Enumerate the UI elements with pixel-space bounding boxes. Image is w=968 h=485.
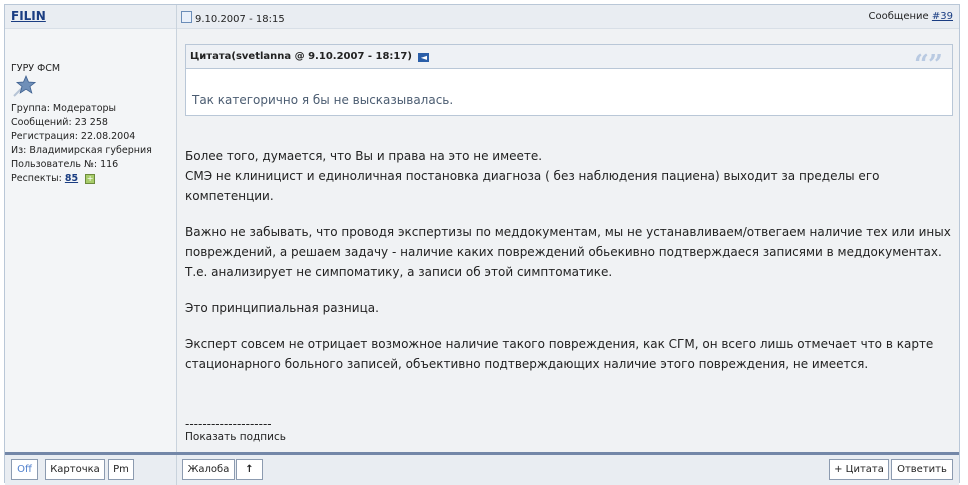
author-info: Группа: Модераторы Сообщений: 23 258 Рег… xyxy=(11,102,152,186)
author-respects: Респекты: 85 + xyxy=(11,172,152,186)
jump-to-quote-icon[interactable]: ◄ xyxy=(418,53,430,62)
scroll-top-button[interactable]: ↑ xyxy=(236,459,263,480)
quote-block: Цитата(svetlanna @ 9.10.2007 - 18:17) ◄ … xyxy=(185,44,953,116)
reply-button[interactable]: Ответить xyxy=(891,459,953,480)
plus-respect-icon[interactable]: + xyxy=(85,173,96,184)
show-signature-link[interactable]: Показать подпись xyxy=(185,431,286,443)
post-footer: Off Карточка Pm Жалоба ↑ + Цитата Ответи… xyxy=(5,452,959,485)
author-rank: ГУРУ ФСМ xyxy=(11,63,61,74)
post-date: 9.10.2007 - 18:15 xyxy=(181,11,285,25)
author-from: Из: Владимирская губерния xyxy=(11,145,152,156)
post-header-bar: 9.10.2007 - 18:15 Сообщение #39 xyxy=(177,5,959,29)
post-paragraph: Более того, думается, что Вы и права на … xyxy=(185,149,880,203)
svg-text:“: “ xyxy=(914,52,929,74)
quote-marks-icon: “ ” xyxy=(914,43,944,83)
profile-card-button[interactable]: Карточка xyxy=(45,459,105,480)
respects-label: Респекты: xyxy=(11,173,62,184)
star-icon xyxy=(12,74,37,101)
pm-button[interactable]: Pm xyxy=(108,459,134,480)
forum-post: FILIN ГУРУ ФСМ Группа: Модераторы Сообще… xyxy=(4,4,960,485)
page-icon xyxy=(181,11,192,23)
author-panel: FILIN ГУРУ ФСМ Группа: Модераторы Сообще… xyxy=(5,5,177,452)
author-group: Группа: Модераторы xyxy=(11,103,117,114)
quote-header: Цитата(svetlanna @ 9.10.2007 - 18:17) ◄ … xyxy=(186,45,952,80)
author-user-number: Пользователь №: 116 xyxy=(11,159,119,170)
author-name-bar: FILIN xyxy=(5,5,176,29)
post-paragraph: Эксперт совсем не отрицает возможное нал… xyxy=(185,337,934,371)
post-paragraph: Важно не забывать, что проводя экспертиз… xyxy=(185,225,951,279)
post-content-panel: 9.10.2007 - 18:15 Сообщение #39 Цитата(s… xyxy=(177,5,959,452)
message-label: Сообщение xyxy=(868,11,929,22)
footer-divider xyxy=(176,455,177,485)
report-button[interactable]: Жалоба xyxy=(182,459,235,480)
author-name-link[interactable]: FILIN xyxy=(11,9,46,23)
message-number: Сообщение #39 xyxy=(869,11,953,22)
quote-title: Цитата(svetlanna @ 9.10.2007 - 18:17) ◄ xyxy=(190,51,430,62)
author-registered: Регистрация: 22.08.2004 xyxy=(11,131,136,142)
author-posts: Сообщений: 23 258 xyxy=(11,117,108,128)
online-status-button[interactable]: Off xyxy=(11,459,38,480)
signature-separator: -------------------- xyxy=(185,417,272,431)
post-body: Более того, думается, что Вы и права на … xyxy=(185,146,955,390)
post-date-text: 9.10.2007 - 18:15 xyxy=(195,14,285,25)
respects-value-link[interactable]: 85 xyxy=(65,173,78,184)
post-paragraph: Это принципиальная разница. xyxy=(185,301,379,315)
svg-text:”: ” xyxy=(928,52,943,74)
quote-title-text: Цитата(svetlanna @ 9.10.2007 - 18:17) xyxy=(190,51,412,62)
message-number-link[interactable]: #39 xyxy=(932,11,953,22)
multi-quote-button[interactable]: + Цитата xyxy=(829,459,889,480)
quote-text: Так категорично я бы не высказывалась. xyxy=(192,93,454,107)
